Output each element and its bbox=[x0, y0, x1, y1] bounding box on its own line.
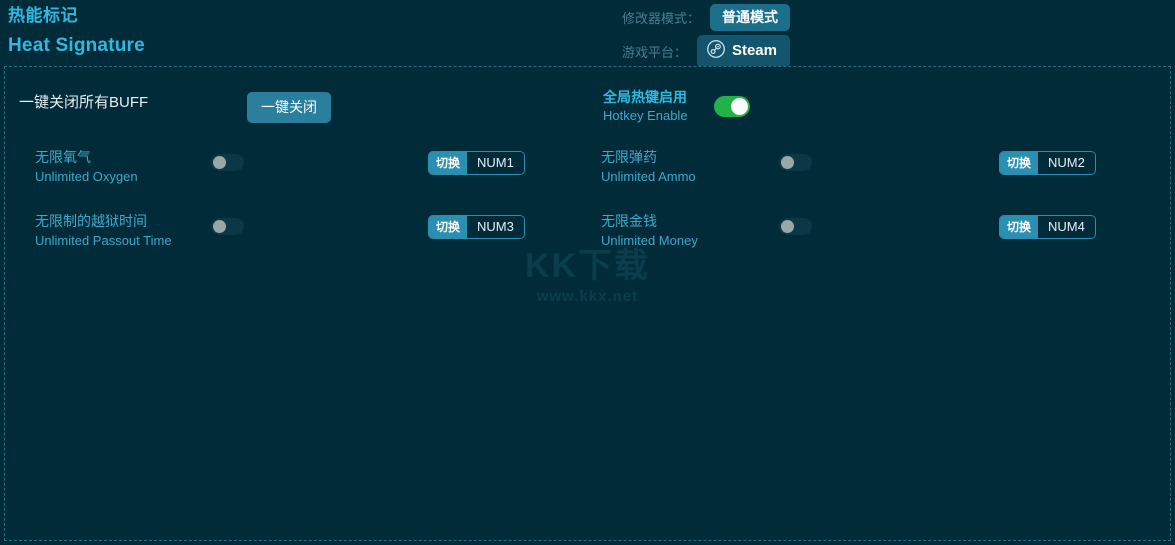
cheat-toggle-wrapper bbox=[211, 154, 244, 171]
modifier-mode-button[interactable]: 普通模式 bbox=[710, 3, 790, 31]
game-platform-label: 游戏平台： bbox=[621, 44, 687, 60]
toggle-knob bbox=[213, 156, 226, 169]
hotkey-key-label: NUM4 bbox=[1038, 216, 1095, 238]
cheat-name-cn: 无限制的越狱时间 bbox=[35, 213, 147, 229]
cheat-toggle[interactable] bbox=[211, 218, 244, 235]
cheat-labels: 无限氧气 Unlimited Oxygen bbox=[35, 147, 138, 186]
close-all-buff-button[interactable]: 一键关闭 bbox=[247, 92, 331, 123]
cheat-labels: 无限金钱 Unlimited Money bbox=[601, 211, 698, 250]
cheat-hotkey-widget[interactable]: 切换 NUM2 bbox=[999, 151, 1096, 175]
cheat-item-unlimited-money: 无限金钱 Unlimited Money 切换 NUM4 bbox=[585, 203, 1165, 267]
cheat-item-unlimited-passout-time: 无限制的越狱时间 Unlimited Passout Time 切换 NUM3 bbox=[5, 203, 585, 267]
hotkey-enable-label-cn: 全局热键启用 bbox=[603, 89, 687, 105]
toggle-knob bbox=[730, 98, 748, 115]
hotkey-key-label: NUM2 bbox=[1038, 152, 1095, 174]
modifier-window: 热能标记 Heat Signature 修改器模式： 普通模式 游戏平台： St… bbox=[0, 0, 1175, 545]
modifier-mode-label: 修改器模式： bbox=[621, 10, 700, 26]
cheat-item-unlimited-ammo: 无限弹药 Unlimited Ammo 切换 NUM2 bbox=[585, 139, 1165, 203]
cheat-item-unlimited-oxygen: 无限氧气 Unlimited Oxygen 切换 NUM1 bbox=[5, 139, 585, 203]
game-title-block: 热能标记 Heat Signature bbox=[8, 4, 145, 59]
cheat-grid: 无限氧气 Unlimited Oxygen 切换 NUM1 无限弹药 Unlim… bbox=[5, 139, 1170, 267]
cheat-labels: 无限弹药 Unlimited Ammo bbox=[601, 147, 696, 186]
game-platform-row: 游戏平台： Steam bbox=[390, 34, 790, 68]
hotkey-enable-toggle[interactable] bbox=[713, 96, 750, 117]
cheat-row: 无限氧气 Unlimited Oxygen 切换 NUM1 无限弹药 Unlim… bbox=[5, 139, 1170, 203]
cheat-hotkey-widget[interactable]: 切换 NUM1 bbox=[428, 151, 525, 175]
hotkey-enable-labels: 全局热键启用 Hotkey Enable bbox=[603, 88, 688, 125]
cheat-name-cn: 无限氧气 bbox=[35, 149, 91, 165]
toggle-knob bbox=[781, 156, 794, 169]
cheat-hotkey-widget[interactable]: 切换 NUM4 bbox=[999, 215, 1096, 239]
watermark-url: www.kkx.net bbox=[536, 288, 639, 305]
hotkey-key-label: NUM1 bbox=[467, 152, 524, 174]
close-all-buff-label: 一键关闭所有BUFF bbox=[19, 94, 149, 111]
cheat-toggle[interactable] bbox=[779, 218, 812, 235]
cheat-name-cn: 无限金钱 bbox=[601, 213, 657, 229]
cheat-name-cn: 无限弹药 bbox=[601, 149, 657, 165]
hotkey-enable-label-en: Hotkey Enable bbox=[603, 108, 688, 123]
cheat-toggle-wrapper bbox=[211, 218, 244, 235]
cheat-row: 无限制的越狱时间 Unlimited Passout Time 切换 NUM3 bbox=[5, 203, 1170, 267]
steam-icon bbox=[707, 39, 725, 63]
header-meta: 修改器模式： 普通模式 游戏平台： Steam bbox=[390, 0, 790, 68]
cheat-name-en: Unlimited Passout Time bbox=[35, 233, 172, 248]
hotkey-key-label: NUM3 bbox=[467, 216, 524, 238]
cheat-toggle-wrapper bbox=[779, 154, 812, 171]
modifier-mode-row: 修改器模式： 普通模式 bbox=[390, 0, 790, 34]
cheat-name-en: Unlimited Money bbox=[601, 233, 698, 248]
cheat-labels: 无限制的越狱时间 Unlimited Passout Time bbox=[35, 211, 172, 250]
toggle-knob bbox=[213, 220, 226, 233]
game-platform-text: Steam bbox=[731, 42, 777, 59]
game-title-cn: 热能标记 bbox=[8, 6, 78, 25]
game-platform-button[interactable]: Steam bbox=[696, 34, 790, 68]
cheat-name-en: Unlimited Oxygen bbox=[35, 169, 138, 184]
toggle-knob bbox=[781, 220, 794, 233]
game-title-en: Heat Signature bbox=[8, 35, 145, 56]
cheat-hotkey-widget[interactable]: 切换 NUM3 bbox=[428, 215, 525, 239]
hotkey-action-label: 切换 bbox=[429, 152, 468, 174]
hotkey-action-label: 切换 bbox=[1000, 152, 1039, 174]
hotkey-action-label: 切换 bbox=[1000, 216, 1039, 238]
cheat-toggle[interactable] bbox=[779, 154, 812, 171]
global-controls-row: 一键关闭所有BUFF 一键关闭 全局热键启用 Hotkey Enable bbox=[5, 75, 1170, 127]
header: 热能标记 Heat Signature 修改器模式： 普通模式 游戏平台： St… bbox=[0, 0, 1175, 68]
cheat-panel: KK下载 www.kkx.net 一键关闭所有BUFF 一键关闭 全局热键启用 … bbox=[4, 66, 1171, 541]
hotkey-action-label: 切换 bbox=[429, 216, 468, 238]
cheat-name-en: Unlimited Ammo bbox=[601, 169, 696, 184]
cheat-toggle[interactable] bbox=[211, 154, 244, 171]
hotkey-enable-group: 全局热键启用 Hotkey Enable bbox=[603, 88, 750, 125]
cheat-toggle-wrapper bbox=[779, 218, 812, 235]
